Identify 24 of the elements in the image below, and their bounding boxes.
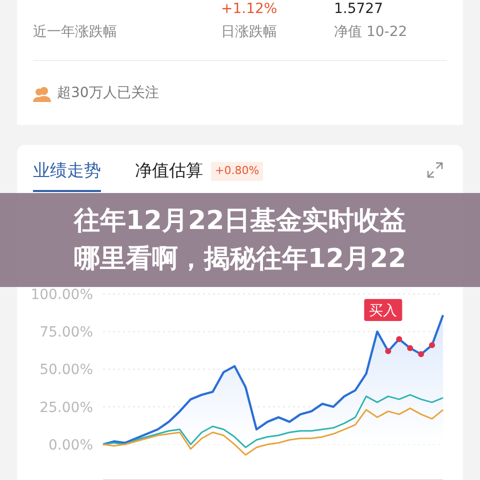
stat-value: 1.5727 [334,2,383,16]
axis-tick-label: 100.00% [30,287,93,304]
point [407,345,414,352]
point [429,342,436,348]
buy-tag: 买入 [364,299,402,322]
annotation: 买入 [369,303,398,320]
banner-title: 哪里看啊，揭秘往年12月22 [74,243,406,276]
banner-title: 往年12月22日基金实时收益 [74,205,406,238]
chart-tab[interactable]: 净值估算 [135,158,203,192]
point [418,351,424,358]
people-icon [33,86,51,102]
stat-label: 近一年涨跌幅 [33,23,118,42]
stat-label: 净值 10-22 [334,23,408,42]
point [396,336,402,342]
estimate-badge: +0.80% [211,162,264,181]
axis-tick-label: 75.00% [40,324,93,341]
axis-tick-label: 0.00% [48,438,93,454]
point [385,348,392,354]
expand-icon[interactable] [427,162,443,178]
followers-text: 超30万人已关注 [57,84,159,103]
stat-label: 日涨跌幅 [221,23,278,42]
stat-value: +1.12% [221,2,278,16]
axis-tick-label: 25.00% [40,400,93,416]
axis-tick-label: 50.00% [40,362,93,378]
